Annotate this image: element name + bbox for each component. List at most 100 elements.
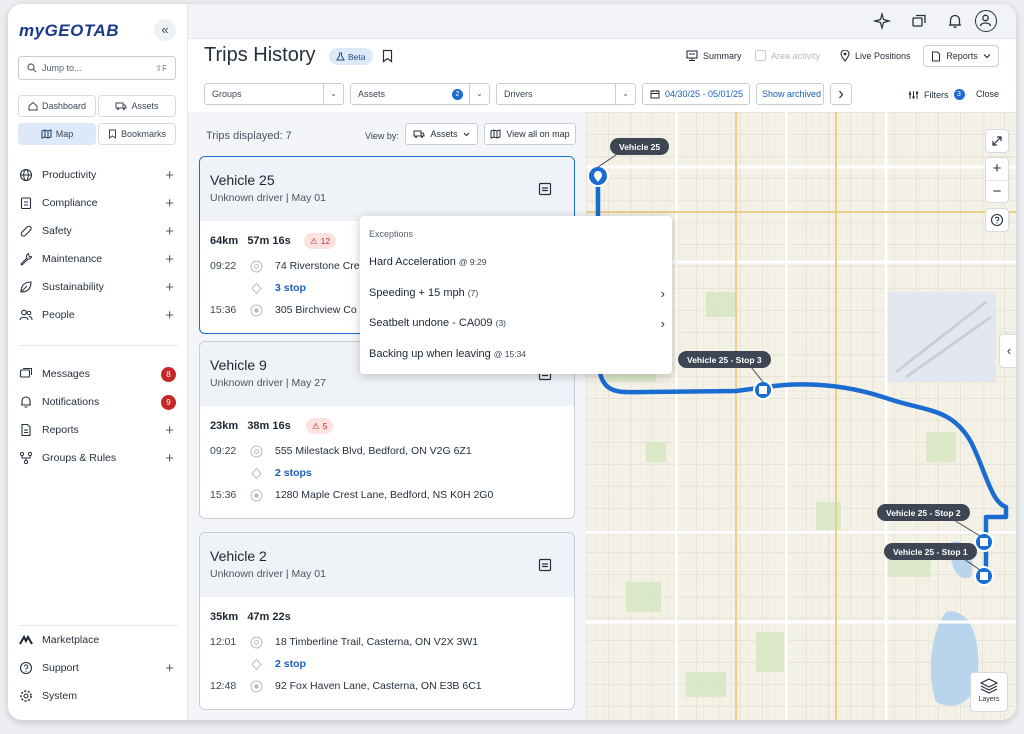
exception-item[interactable]: Seatbelt undone - CA009 (3) › (369, 316, 665, 331)
jump-to-search[interactable]: Jump to... ⇧F (18, 56, 176, 80)
fullscreen-button[interactable] (985, 129, 1009, 153)
exceptions-badge[interactable]: ⚠ 5 (306, 418, 334, 434)
show-archived-button[interactable]: Show archived (756, 83, 824, 105)
view-all-on-map-button[interactable]: View all on map (484, 123, 576, 145)
stop-1-marker[interactable] (974, 566, 994, 586)
expand-icon[interactable]: + (165, 279, 174, 296)
start-time: 12:01 (210, 636, 237, 648)
map-help-button[interactable] (985, 208, 1009, 232)
sparkle-icon[interactable] (873, 12, 891, 30)
trip-card-header[interactable]: Vehicle 2 Unknown driver | May 01 (200, 533, 574, 597)
stops-link[interactable]: 2 stop (275, 658, 306, 670)
gear-icon (20, 690, 32, 702)
summary-icon (686, 50, 698, 61)
view-by-select[interactable]: Assets (405, 123, 478, 145)
trip-subtitle: Unknown driver | May 27 (210, 377, 326, 389)
assets-select[interactable]: Assets 2 ⌄ (350, 83, 490, 105)
exception-item[interactable]: Hard Acceleration @ 9:29 (369, 256, 665, 268)
close-button[interactable]: Close (976, 89, 999, 99)
user-avatar[interactable] (975, 10, 997, 32)
beta-badge: Beta (329, 48, 373, 65)
chevron-down-icon[interactable]: ⌄ (323, 84, 343, 104)
bookmark-icon[interactable] (382, 49, 393, 63)
expand-icon[interactable]: + (165, 660, 174, 677)
stop-2-marker[interactable] (974, 532, 994, 552)
collapse-card-icon[interactable] (538, 558, 552, 572)
assets-count-badge: 2 (452, 89, 463, 100)
nav-people[interactable]: People + (18, 303, 178, 327)
nav-reports-label: Reports (42, 424, 79, 436)
nav-notifications[interactable]: Notifications 9 (18, 390, 178, 414)
expand-icon[interactable]: + (165, 223, 174, 240)
zoom-out-button[interactable]: − (986, 181, 1008, 203)
trip-card-header[interactable]: Vehicle 25 Unknown driver | May 01 (200, 157, 574, 221)
area-activity-checkbox[interactable] (755, 50, 766, 61)
nav-maintenance[interactable]: Maintenance + (18, 247, 178, 271)
start-point-icon (250, 260, 263, 273)
people-icon (19, 309, 33, 321)
drivers-placeholder: Drivers (504, 89, 533, 99)
trip-card[interactable]: Vehicle 2 Unknown driver | May 01 35km 4… (199, 532, 575, 710)
stops-link[interactable]: 2 stops (275, 467, 312, 479)
date-range-picker[interactable]: 04/30/25 - 05/01/25 (642, 83, 750, 105)
reports-dropdown-button[interactable]: Reports (923, 45, 999, 67)
exception-item[interactable]: Backing up when leaving @ 15:34 (369, 348, 665, 360)
area-activity-toggle[interactable]: Area activity (755, 50, 820, 61)
zoom-in-button[interactable]: + (986, 158, 1008, 181)
chevron-down-icon[interactable]: ⌄ (469, 84, 489, 104)
quick-map-button[interactable]: Map (18, 123, 96, 145)
map-label-vehicle[interactable]: Vehicle 25 (610, 138, 670, 155)
summary-button[interactable]: Summary (686, 50, 742, 61)
zoom-control[interactable]: + − (985, 157, 1009, 203)
nav-reports[interactable]: Reports + (18, 418, 178, 442)
live-positions-button[interactable]: Live Positions (840, 50, 911, 62)
quick-bookmarks-button[interactable]: Bookmarks (98, 123, 176, 145)
nav-marketplace[interactable]: Marketplace (18, 628, 178, 652)
quick-bookmarks-label: Bookmarks (120, 129, 166, 139)
nav-sustainability[interactable]: Sustainability + (18, 275, 178, 299)
layers-button[interactable]: Layers (970, 672, 1008, 712)
nav-compliance[interactable]: Compliance + (18, 191, 178, 215)
nav-productivity[interactable]: Productivity + (18, 163, 178, 187)
stops-link[interactable]: 3 stop (275, 282, 306, 294)
trips-list-pane[interactable]: Trips displayed: 7 View by: Assets View … (188, 112, 586, 720)
map-label-stop-1[interactable]: Vehicle 25 - Stop 1 (884, 543, 977, 560)
nav-notifications-label: Notifications (42, 396, 100, 408)
expand-icon[interactable]: + (165, 251, 174, 268)
collapse-card-icon[interactable] (538, 182, 552, 196)
windows-icon[interactable] (910, 12, 928, 30)
date-range-value: 04/30/25 - 05/01/25 (665, 89, 744, 99)
quick-dashboard-button[interactable]: Dashboard (18, 95, 96, 117)
map-label-stop-3[interactable]: Vehicle 25 - Stop 3 (678, 351, 771, 368)
groups-select[interactable]: Groups ⌄ (204, 83, 344, 105)
live-positions-label: Live Positions (855, 51, 911, 61)
filters-button[interactable]: Filters 3 (908, 89, 965, 100)
home-icon (28, 101, 38, 111)
nav-messages[interactable]: Messages 8 (18, 362, 178, 386)
chevron-down-icon[interactable]: ⌄ (615, 84, 635, 104)
collapse-panel-button[interactable]: ‹ (999, 334, 1016, 368)
drivers-select[interactable]: Drivers ⌄ (496, 83, 636, 105)
exception-item[interactable]: Speeding + 15 mph (7) › (369, 286, 665, 301)
expand-icon[interactable]: + (165, 167, 174, 184)
nav-support[interactable]: Support + (18, 656, 178, 680)
exceptions-badge[interactable]: ⚠ 12 (304, 233, 337, 249)
expand-icon[interactable]: + (165, 450, 174, 467)
map-view[interactable]: Vehicle 25 Vehicle 25 - Stop 3 Vehicle 2… (586, 112, 1016, 720)
nav-safety[interactable]: Safety + (18, 219, 178, 243)
expand-icon[interactable]: + (165, 307, 174, 324)
help-circle-icon (19, 661, 33, 675)
quick-assets-button[interactable]: Assets (98, 95, 176, 117)
stop-3-marker[interactable] (753, 380, 773, 400)
nav-system[interactable]: System (18, 684, 178, 708)
map-label-stop-2[interactable]: Vehicle 25 - Stop 2 (877, 504, 970, 521)
next-arrow-button[interactable] (830, 83, 852, 105)
divider (18, 625, 178, 626)
bell-icon[interactable] (946, 12, 964, 30)
nav-groups-rules[interactable]: Groups & Rules + (18, 446, 178, 470)
collapse-sidebar-button[interactable]: « (154, 19, 176, 41)
expand-icon[interactable]: + (165, 195, 174, 212)
start-marker[interactable] (587, 165, 609, 187)
expand-icon[interactable]: + (165, 422, 174, 439)
map-canvas[interactable] (586, 112, 1016, 720)
